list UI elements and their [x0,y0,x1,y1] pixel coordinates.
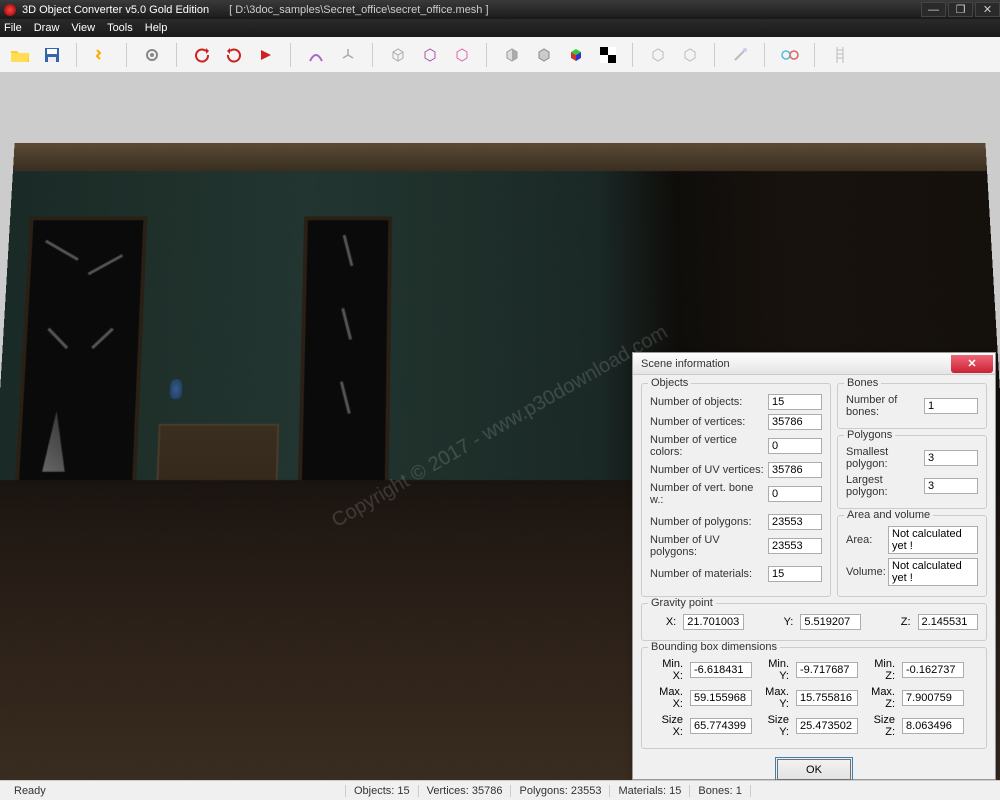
save-icon[interactable] [40,43,64,67]
colorcube-icon[interactable] [564,43,588,67]
dialog-titlebar[interactable]: Scene information ✕ [633,353,995,375]
curve-icon[interactable] [304,43,328,67]
menu-help[interactable]: Help [145,22,168,34]
ladder-icon[interactable] [828,43,852,67]
val-num-uvpolys: 23553 [768,538,822,554]
val-sizey: 25.473502 [796,718,858,734]
rotate-left-icon[interactable] [190,43,214,67]
menu-tools[interactable]: Tools [107,22,133,34]
val-miny: -9.717687 [796,662,858,678]
ok-button[interactable]: OK [777,759,851,780]
val-sizez: 8.063496 [902,718,964,734]
val-gy: 5.519207 [800,614,860,630]
wand-icon[interactable] [728,43,752,67]
val-maxx: 59.155968 [690,690,752,706]
group-bones: Bones Number of bones:1 [837,383,987,429]
val-num-mats: 15 [768,566,822,582]
maximize-button[interactable]: ❐ [948,2,973,17]
val-gz: 2.145531 [918,614,978,630]
box1-icon[interactable] [646,43,670,67]
val-volume: Not calculated yet ! [888,558,978,586]
rotate-right-icon[interactable] [222,43,246,67]
group-polygons: Polygons Smallest polygon:3 Largest poly… [837,435,987,509]
box2-icon[interactable] [678,43,702,67]
val-num-uvverts: 35786 [768,462,822,478]
glasses-icon[interactable] [778,43,802,67]
wireframe2-icon[interactable] [418,43,442,67]
titlebar: 3D Object Converter v5.0 Gold Edition [ … [0,0,1000,19]
val-num-bonew: 0 [768,486,822,502]
val-smallest-poly: 3 [924,450,978,466]
val-minz: -0.162737 [902,662,964,678]
val-num-bones: 1 [924,398,978,414]
open-icon[interactable] [8,43,32,67]
file-path: [ D:\3doc_samples\Secret_office\secret_o… [229,4,488,16]
axes-icon[interactable] [336,43,360,67]
menu-draw[interactable]: Draw [34,22,60,34]
wireframe-icon[interactable] [386,43,410,67]
legend-objects: Objects [648,377,691,389]
menu-view[interactable]: View [71,22,95,34]
val-gx: 21.701003 [683,614,743,630]
statusbar: Ready Objects: 15 Vertices: 35786 Polygo… [0,780,1000,800]
status-polygons: Polygons: 23553 [511,785,610,797]
group-objects: Objects Number of objects:15 Number of v… [641,383,831,597]
group-bbox: Bounding box dimensions Min. X:-6.618431… [641,647,987,749]
group-gravity: Gravity point X:21.701003 Y:5.519207 Z:2… [641,603,987,641]
play-icon[interactable] [254,43,278,67]
shaded2-icon[interactable] [532,43,556,67]
dialog-title: Scene information [641,358,730,370]
shaded-icon[interactable] [500,43,524,67]
close-button[interactable]: ✕ [975,2,1000,17]
val-area: Not calculated yet ! [888,526,978,554]
val-num-vcolors: 0 [768,438,822,454]
toolbar [0,37,1000,73]
menu-file[interactable]: File [4,22,22,34]
checker-icon[interactable] [596,43,620,67]
status-ready: Ready [6,785,346,797]
val-sizex: 65.774399 [690,718,752,734]
minimize-button[interactable]: — [921,2,946,17]
val-largest-poly: 3 [924,478,978,494]
status-bones: Bones: 1 [690,785,750,797]
status-vertices: Vertices: 35786 [419,785,512,797]
val-minx: -6.618431 [690,662,752,678]
val-num-objects: 15 [768,394,822,410]
group-area: Area and volume Area:Not calculated yet … [837,515,987,597]
wireframe3-icon[interactable] [450,43,474,67]
val-maxy: 15.755816 [796,690,858,706]
tool-icon[interactable] [90,43,114,67]
app-title: 3D Object Converter v5.0 Gold Edition [22,4,209,16]
menubar: File Draw View Tools Help [0,19,1000,37]
status-objects: Objects: 15 [346,785,419,797]
app-icon [4,4,16,16]
scene-info-dialog: Scene information ✕ Objects Number of ob… [632,352,996,780]
dialog-close-button[interactable]: ✕ [951,355,993,373]
val-maxz: 7.900759 [902,690,964,706]
status-materials: Materials: 15 [610,785,690,797]
val-num-polys: 23553 [768,514,822,530]
val-num-vertices: 35786 [768,414,822,430]
gear-icon[interactable] [140,43,164,67]
